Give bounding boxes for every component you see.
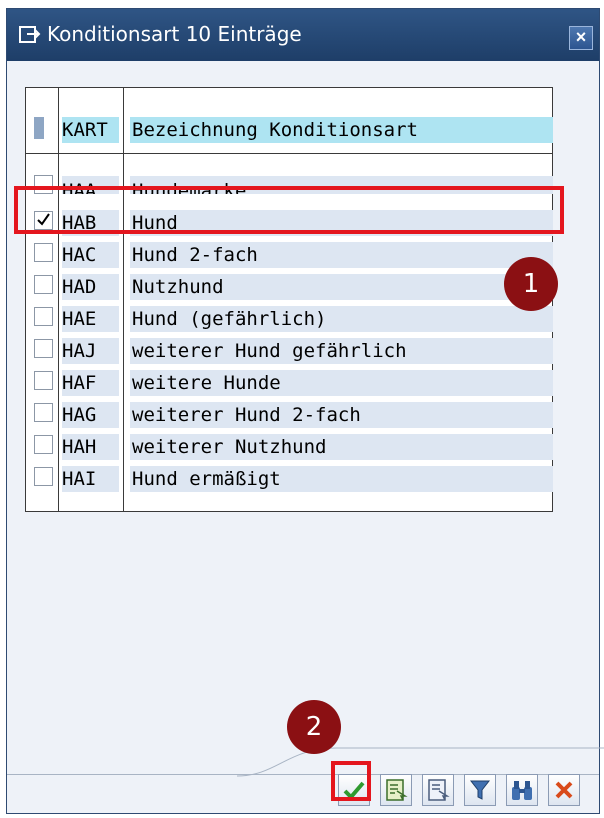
- cell-kart: HAC: [62, 242, 119, 268]
- cell-kart: HAE: [62, 306, 119, 332]
- row-checkbox[interactable]: [34, 467, 53, 486]
- details-button[interactable]: [380, 774, 412, 806]
- table-row[interactable]: HAG weiterer Hund 2-fach: [26, 400, 553, 428]
- close-icon[interactable]: ×: [569, 26, 593, 50]
- info-icon: [428, 779, 450, 801]
- dialog-titlebar[interactable]: Konditionsart 10 Einträge ×: [7, 9, 599, 61]
- select-all-button[interactable]: [34, 117, 44, 139]
- row-checkbox[interactable]: [34, 243, 53, 262]
- row-checkbox[interactable]: [34, 307, 53, 326]
- filter-button[interactable]: [464, 774, 496, 806]
- table-row[interactable]: HAH weiterer Nutzhund: [26, 432, 553, 460]
- binoculars-icon: [512, 781, 532, 800]
- dialog-title: Konditionsart 10 Einträge: [47, 22, 302, 46]
- column-header-bezeichnung[interactable]: Bezeichnung Konditionsart: [130, 117, 553, 143]
- column-header-kart[interactable]: KART: [62, 117, 119, 143]
- table-row[interactable]: HAI Hund ermäßigt: [26, 464, 553, 492]
- selection-highlight-frame: [14, 186, 564, 234]
- cell-bezeichnung: weitere Hunde: [130, 370, 553, 396]
- search-button[interactable]: [506, 774, 538, 806]
- value-help-dialog: Konditionsart 10 Einträge × KART Bezeich…: [6, 8, 604, 814]
- dialog-window-icon: [19, 26, 41, 43]
- cell-kart: HAG: [62, 402, 119, 428]
- grid-header-row: KART Bezeichnung Konditionsart: [26, 108, 553, 146]
- result-grid: KART Bezeichnung Konditionsart HAA Hundem…: [25, 87, 553, 512]
- cell-kart: HAF: [62, 370, 119, 396]
- confirm-highlight-frame: [331, 761, 371, 801]
- row-checkbox[interactable]: [34, 275, 53, 294]
- cell-bezeichnung: weiterer Nutzhund: [130, 434, 553, 460]
- cell-kart: HAI: [62, 466, 119, 492]
- footer-curve: [237, 747, 604, 777]
- cell-bezeichnung: Nutzhund: [130, 274, 553, 300]
- cancel-x-icon: [555, 781, 573, 799]
- cell-kart: HAJ: [62, 338, 119, 364]
- cell-kart: HAH: [62, 434, 119, 460]
- step-badge-2: 2: [287, 700, 341, 754]
- row-checkbox[interactable]: [34, 371, 53, 390]
- table-row[interactable]: HAJ weiterer Hund gefährlich: [26, 336, 553, 364]
- cell-kart: HAD: [62, 274, 119, 300]
- header-separator: [26, 153, 552, 154]
- info-button[interactable]: [422, 774, 454, 806]
- cell-bezeichnung: weiterer Hund gefährlich: [130, 338, 553, 364]
- row-checkbox[interactable]: [34, 435, 53, 454]
- row-checkbox[interactable]: [34, 403, 53, 422]
- cell-bezeichnung: weiterer Hund 2-fach: [130, 402, 553, 428]
- filter-icon: [469, 780, 491, 800]
- details-icon: [386, 779, 408, 801]
- cell-bezeichnung: Hund (gefährlich): [130, 306, 553, 332]
- row-checkbox[interactable]: [34, 339, 53, 358]
- step-badge-1: 1: [504, 257, 558, 311]
- table-row[interactable]: HAD Nutzhund: [26, 272, 553, 300]
- table-row[interactable]: HAC Hund 2-fach: [26, 240, 553, 268]
- cell-bezeichnung: Hund 2-fach: [130, 242, 553, 268]
- table-row[interactable]: HAF weitere Hunde: [26, 368, 553, 396]
- table-row[interactable]: HAE Hund (gefährlich): [26, 304, 553, 332]
- cancel-button[interactable]: [548, 774, 580, 806]
- cell-bezeichnung: Hund ermäßigt: [130, 466, 553, 492]
